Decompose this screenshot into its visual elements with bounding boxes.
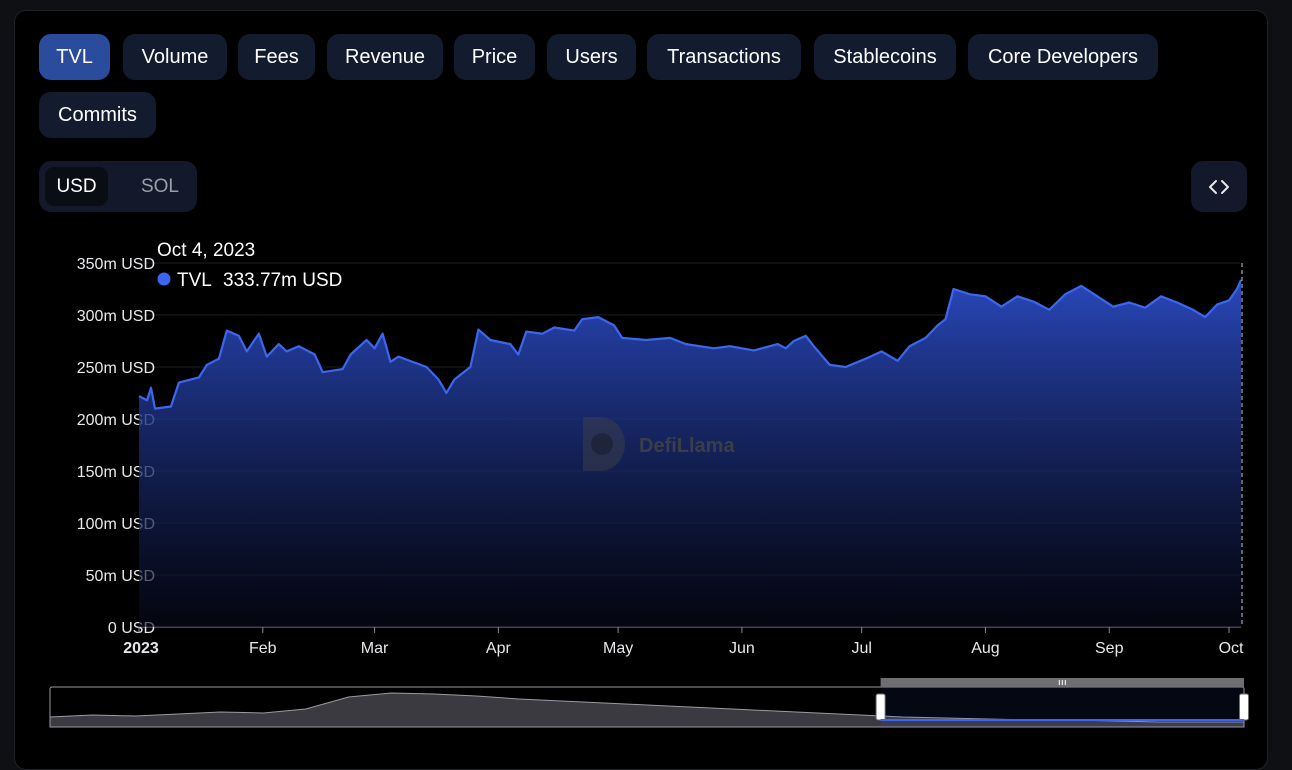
tooltip-series-dot [157,272,171,286]
tab-fees[interactable]: Fees [238,34,315,80]
x-tick-label: 2023 [123,640,159,657]
tvl-chart: 0 USD50m USD100m USD150m USD200m USD250m… [49,240,1249,728]
tab-commits[interactable]: Commits [39,92,156,138]
tab-stablecoins[interactable]: Stablecoins [814,34,956,80]
tab-tvl[interactable]: TVL [39,34,110,80]
range-handle-right[interactable] [1239,693,1249,721]
tab-users[interactable]: Users [547,34,636,80]
x-tick-label: Sep [1095,640,1124,657]
range-selector[interactable] [49,678,1249,728]
code-brackets-icon [1209,180,1229,194]
x-tick-label: Feb [249,640,277,657]
y-tick-label: 300m USD [77,308,155,325]
denomination-sol[interactable]: SOL [127,167,193,206]
y-tick-label: 350m USD [77,256,155,273]
x-tick-label: Apr [486,640,512,657]
denomination-toggle: USD SOL [39,161,197,212]
tooltip: Oct 4, 2023 TVL 333.77m USD [157,240,342,291]
x-tick-label: Aug [971,640,999,657]
tooltip-value: 333.77m USD [223,270,342,291]
tab-price[interactable]: Price [454,34,535,80]
tab-transactions[interactable]: Transactions [647,34,801,80]
x-tick-label: Mar [361,640,389,657]
x-tick-label: Oct [1219,640,1244,657]
denomination-usd[interactable]: USD [45,167,108,206]
x-tick-label: Jun [729,640,755,657]
range-handle-left[interactable] [875,693,886,721]
x-tick-label: Jul [851,640,871,657]
tab-volume[interactable]: Volume [123,34,227,80]
watermark-text: DefiLlama [639,435,735,457]
x-axis: 2023 Feb Mar Apr May Jun Jul Aug Sep Oct [123,627,1244,657]
tooltip-date: Oct 4, 2023 [157,240,255,261]
y-tick-label: 250m USD [77,360,155,377]
x-tick-label: May [603,640,633,657]
embed-button[interactable] [1191,161,1247,212]
tab-core-developers[interactable]: Core Developers [968,34,1158,80]
tab-revenue[interactable]: Revenue [327,34,443,80]
tooltip-series-name: TVL [177,270,212,291]
